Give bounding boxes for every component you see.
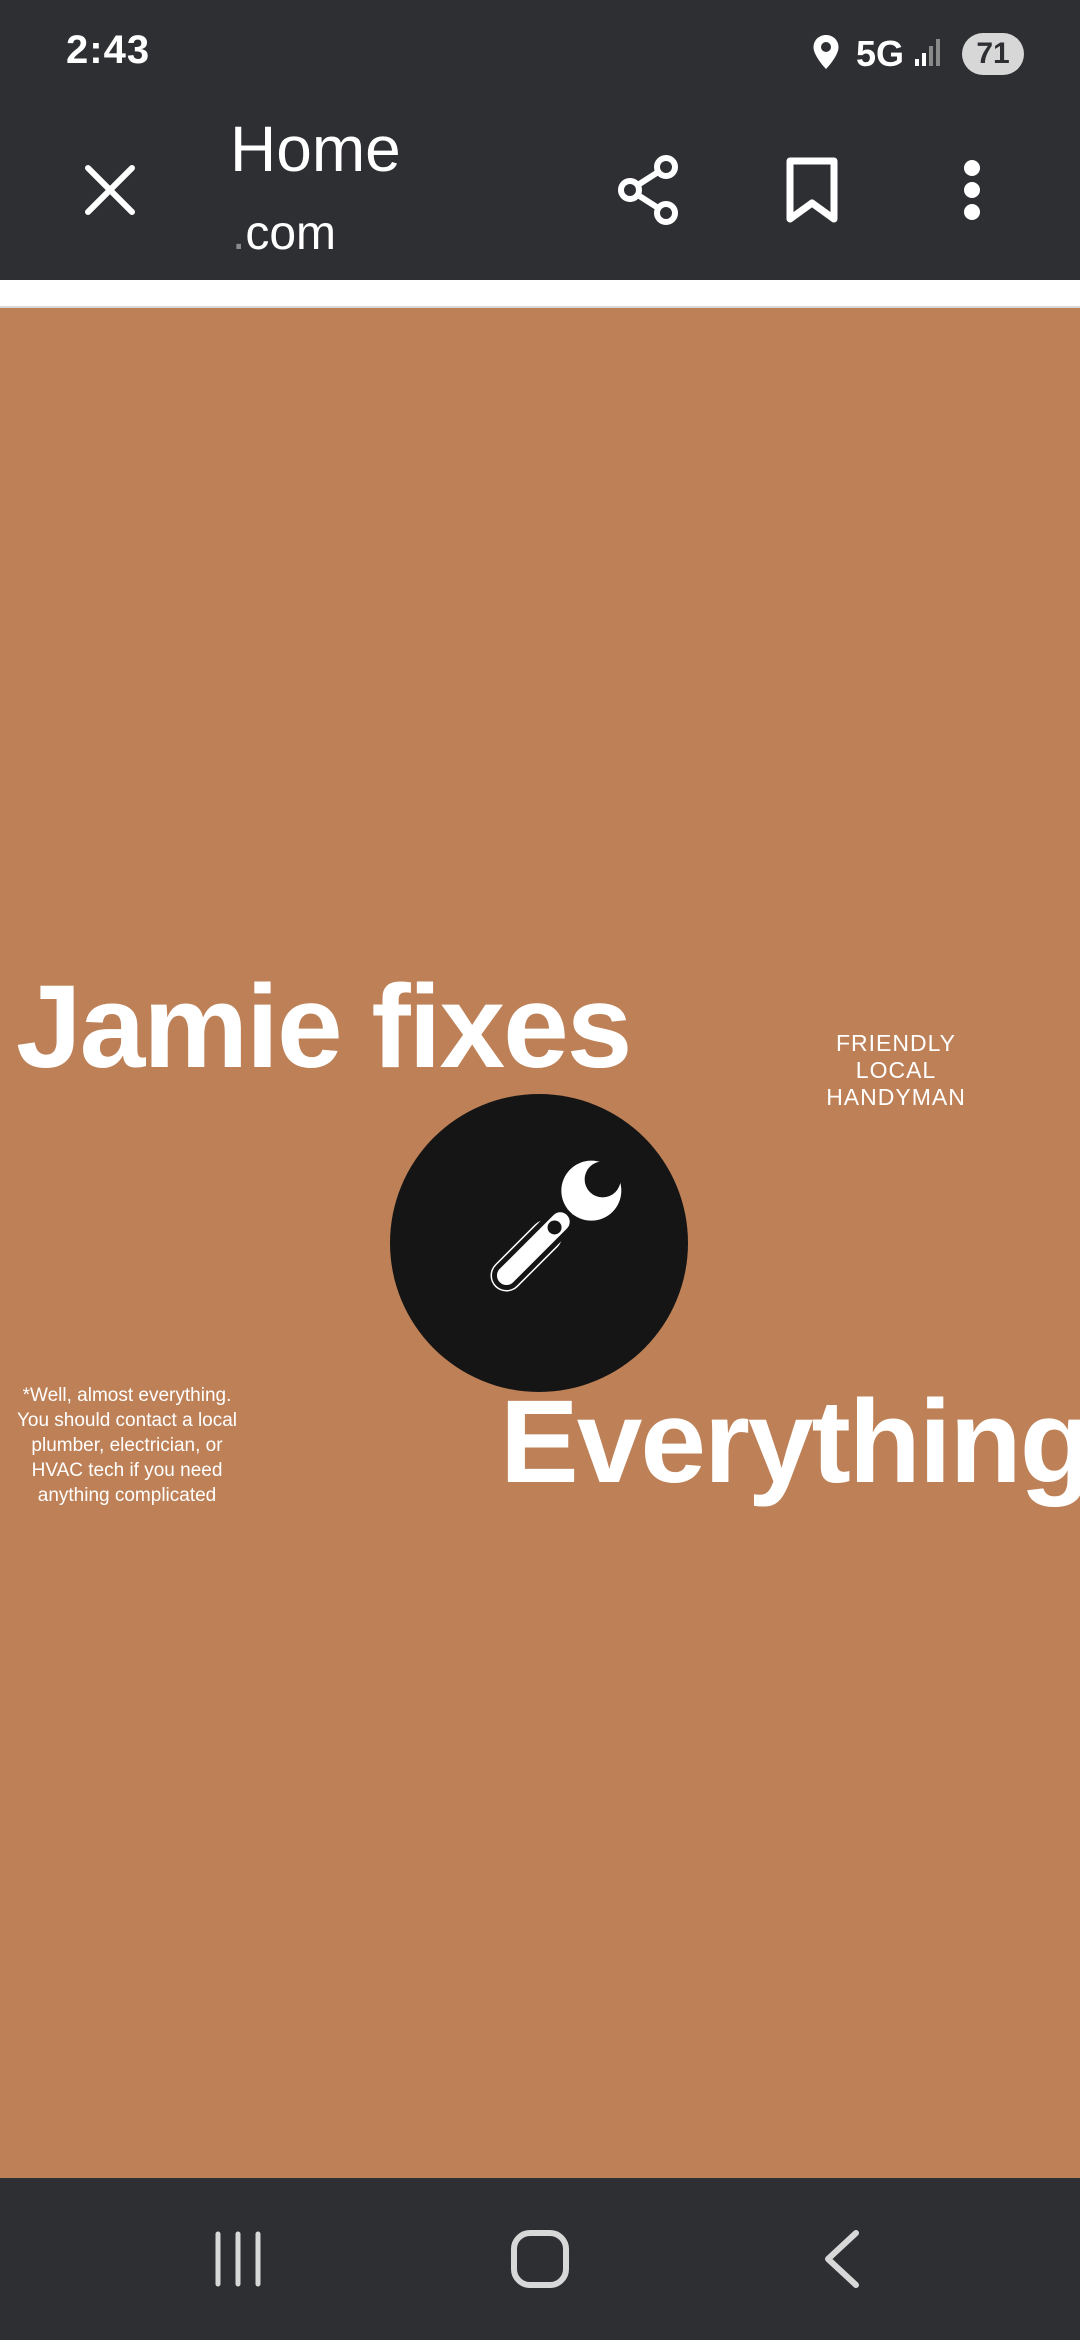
back-icon: [825, 2230, 859, 2288]
system-nav-bar: [0, 2178, 1080, 2340]
tagline-line1: FRIENDLY: [835, 1030, 957, 1056]
share-icon: [618, 155, 678, 225]
tagline: FRIENDLY LOCAL HANDYMAN: [796, 1030, 996, 1111]
recents-button[interactable]: [138, 2178, 338, 2340]
domain-suffix: com: [245, 207, 337, 260]
close-button[interactable]: [70, 150, 150, 230]
network-type: 5G: [855, 33, 904, 74]
back-button[interactable]: [742, 2178, 942, 2340]
page-title: Home: [230, 113, 401, 185]
share-button[interactable]: [606, 148, 690, 232]
home-button[interactable]: [440, 2178, 640, 2340]
status-time: 2:43: [66, 28, 151, 72]
web-page: Jamie fixes FRIENDLY LOCAL HANDYMAN *Wel…: [0, 308, 1080, 2178]
status-bar: 2:43 5G 71: [0, 0, 1080, 108]
close-icon: [85, 165, 135, 215]
home-icon: [511, 2230, 569, 2288]
tagline-line3: HANDYMAN: [826, 1084, 966, 1110]
browser-toolbar: Home .com: [0, 108, 1080, 280]
location-icon: [812, 34, 840, 75]
bookmark-button[interactable]: [770, 148, 854, 232]
more-vert-icon: [964, 160, 980, 220]
tools-icon: [490, 1156, 626, 1292]
recents-icon: [215, 2231, 261, 2287]
logo: [390, 1094, 688, 1392]
battery-indicator: 71: [962, 33, 1024, 75]
domain-dot: .: [232, 207, 246, 260]
footnote: *Well, almost everything. You should con…: [16, 1385, 238, 1506]
headline-line1: Jamie fixes: [16, 961, 632, 1093]
status-indicators: 5G 71: [812, 30, 1024, 78]
signal-icon: [914, 37, 944, 72]
page-domain: .com: [232, 206, 336, 261]
bookmark-icon: [786, 157, 838, 223]
more-options-button[interactable]: [930, 148, 1014, 232]
tagline-line2: LOCAL: [855, 1057, 937, 1083]
headline-line2: Everything*: [500, 1376, 1080, 1508]
page-top-strip: [0, 280, 1080, 308]
